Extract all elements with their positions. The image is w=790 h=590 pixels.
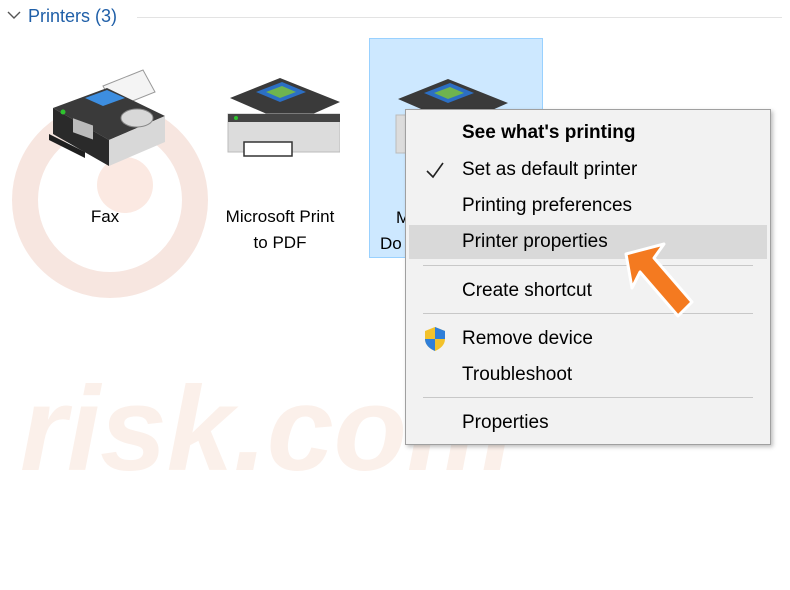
group-divider <box>137 17 782 18</box>
printer-item-fax[interactable]: Fax <box>25 38 185 258</box>
menu-item-printer-properties[interactable]: Printer properties <box>409 225 767 259</box>
printer-label: Microsoft Print to PDF <box>225 207 335 252</box>
menu-separator <box>423 313 753 314</box>
uac-shield-icon <box>425 327 445 351</box>
menu-item-printing-preferences[interactable]: Printing preferences <box>406 189 770 223</box>
menu-item-remove-device[interactable]: Remove device <box>406 322 770 356</box>
group-title: Printers (3) <box>28 6 118 26</box>
checkmark-icon <box>426 162 444 179</box>
menu-item-troubleshoot[interactable]: Troubleshoot <box>406 358 770 392</box>
menu-item-see-whats-printing[interactable]: See what's printing <box>406 116 770 150</box>
menu-item-set-default-printer[interactable]: Set as default printer <box>406 153 770 187</box>
menu-item-properties[interactable]: Properties <box>406 406 770 440</box>
printer-icon <box>227 78 340 157</box>
menu-item-create-shortcut[interactable]: Create shortcut <box>406 274 770 308</box>
fax-icon <box>49 69 165 166</box>
printer-item-microsoft-print-to-pdf[interactable]: Microsoft Print to PDF <box>200 38 360 258</box>
menu-separator <box>423 265 753 266</box>
printers-group-header[interactable]: Printers (3) <box>0 0 790 34</box>
menu-separator <box>423 397 753 398</box>
printer-label: Fax <box>90 207 120 226</box>
chevron-down-icon[interactable] <box>6 7 22 23</box>
context-menu: See what's printing Set as default print… <box>405 109 771 445</box>
pointer-arrow-icon <box>624 242 694 318</box>
